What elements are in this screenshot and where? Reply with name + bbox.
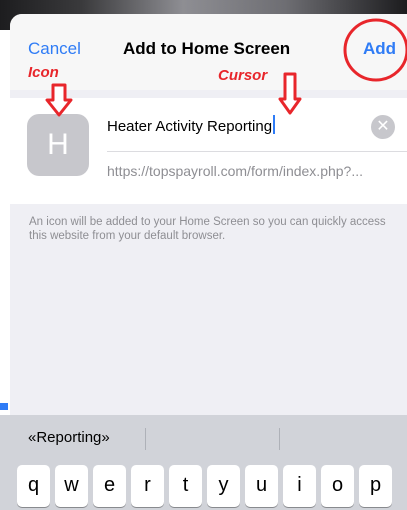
- cursor-annotation-label: Cursor: [218, 67, 268, 84]
- field-divider: [107, 151, 407, 152]
- arrow-down-icon: [278, 72, 302, 115]
- key-r[interactable]: r: [131, 465, 164, 507]
- key-o[interactable]: o: [321, 465, 354, 507]
- key-i[interactable]: i: [283, 465, 316, 507]
- key-t[interactable]: t: [169, 465, 202, 507]
- key-u[interactable]: u: [245, 465, 278, 507]
- edge-marker: [0, 403, 8, 410]
- app-icon-letter: H: [47, 128, 69, 161]
- suggestion-1[interactable]: «Reporting»: [28, 415, 110, 461]
- name-input-value: Heater Activity Reporting: [107, 118, 273, 135]
- key-w[interactable]: w: [55, 465, 88, 507]
- url-label: https://topspayroll.com/form/index.php?.…: [107, 163, 364, 179]
- key-y[interactable]: y: [207, 465, 240, 507]
- close-icon: ✕: [376, 118, 390, 135]
- name-input[interactable]: Heater Activity Reporting: [107, 114, 377, 140]
- app-icon-preview: H: [27, 114, 89, 176]
- sheet-title: Add to Home Screen: [123, 39, 291, 58]
- key-row-1: q w e r t y u i o p: [0, 465, 407, 510]
- cancel-button[interactable]: Cancel: [28, 39, 81, 59]
- suggestion-bar: «Reporting»: [0, 415, 407, 461]
- key-p[interactable]: p: [359, 465, 392, 507]
- suggestion-divider: [279, 428, 280, 450]
- key-q[interactable]: q: [17, 465, 50, 507]
- key-e[interactable]: e: [93, 465, 126, 507]
- icon-annotation-label: Icon: [28, 64, 59, 81]
- text-cursor: [273, 115, 276, 134]
- arrow-down-icon: [45, 83, 73, 117]
- add-highlight-circle: [343, 18, 407, 82]
- help-text: An icon will be added to your Home Scree…: [29, 216, 386, 242]
- clear-text-button[interactable]: ✕: [371, 115, 395, 139]
- keyboard: «Reporting» q w e r t y u i o p: [0, 415, 407, 510]
- suggestion-divider: [145, 428, 146, 450]
